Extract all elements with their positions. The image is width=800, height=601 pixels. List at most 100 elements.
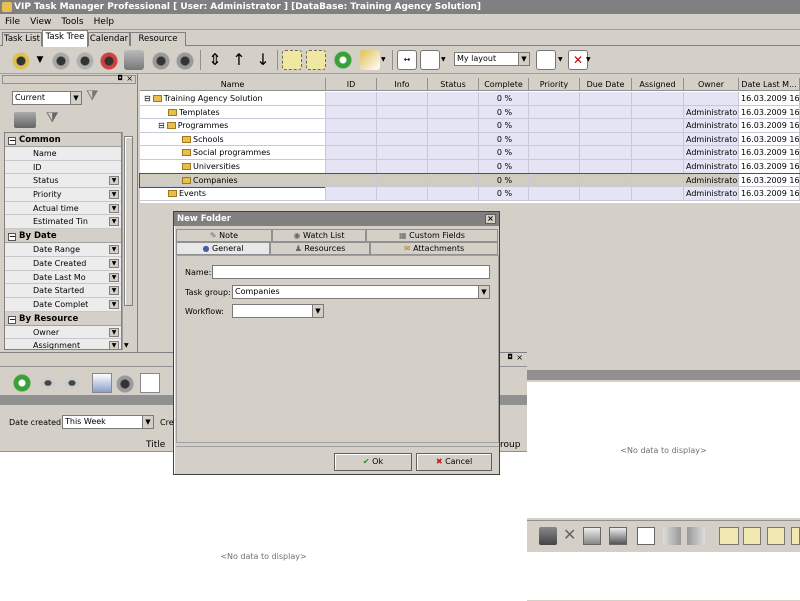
tab-watch-list[interactable]: ◉ Watch List: [272, 229, 366, 242]
move-updown-icon[interactable]: ⇕: [205, 50, 225, 70]
tab-note[interactable]: ✎ Note: [176, 229, 272, 242]
tab-general[interactable]: ● General: [176, 242, 270, 255]
filter-row-assignment[interactable]: Assignment ▼: [5, 339, 121, 349]
filter-row-date-last-modified[interactable]: Date Last Mo ▼: [5, 270, 121, 285]
filter-row-id[interactable]: ID: [5, 160, 121, 175]
task-row[interactable]: Schools 0 % Administrator 16.03.2009 16:: [140, 132, 800, 147]
col-header-owner[interactable]: Owner: [684, 78, 739, 91]
align-right-icon[interactable]: [767, 527, 785, 545]
col-header-complete[interactable]: Complete: [479, 78, 529, 91]
layout-select[interactable]: My layout ▼: [454, 52, 530, 66]
scrollbar-thumb[interactable]: [124, 136, 133, 306]
filter-row-priority[interactable]: Priority ▼: [5, 188, 121, 202]
collapse-all-icon[interactable]: [306, 50, 326, 70]
workflow-select[interactable]: ▼: [232, 304, 324, 318]
tab-calendar[interactable]: Calendar: [88, 32, 130, 46]
task-row[interactable]: Events 0 % Administrator 16.03.2009 16:: [140, 187, 800, 201]
tab-resource-list[interactable]: Resource List: [130, 32, 186, 56]
col-header-assigned[interactable]: Assigned: [632, 78, 684, 91]
task-group-select[interactable]: Companies ▼: [232, 285, 490, 299]
dropdown-icon[interactable]: ▼: [109, 299, 119, 309]
dropdown-icon[interactable]: ▼: [109, 190, 119, 200]
refresh-icon[interactable]: [333, 50, 353, 70]
filter-section-by-resource[interactable]: − By Resource: [5, 311, 121, 326]
filter-row-date-created[interactable]: Date Created ▼: [5, 256, 121, 271]
task-icon[interactable]: [116, 373, 136, 393]
col-header-group[interactable]: roup: [500, 440, 520, 450]
task-row[interactable]: ⊟ Programmes 0 % Administrator 16.03.2009 16…: [140, 119, 800, 133]
tree-collapse-icon[interactable]: ⊟: [144, 94, 151, 103]
print-dropdown-icon[interactable]: ▼: [381, 50, 389, 70]
dropdown-icon[interactable]: ▼: [109, 286, 119, 296]
col-header-id[interactable]: ID: [326, 78, 377, 91]
col-header-name[interactable]: Name: [140, 78, 326, 91]
new-task-icon[interactable]: [12, 50, 32, 70]
tab-custom-fields[interactable]: ▦ Custom Fields: [366, 229, 498, 242]
col-header-date-last-modified[interactable]: Date Last M...: [739, 78, 800, 91]
watch-icon[interactable]: [38, 375, 58, 391]
filter-row-date-range[interactable]: Date Range ▼: [5, 243, 121, 257]
tab-task-list[interactable]: Task List: [2, 32, 42, 46]
filter-row-status[interactable]: Status ▼: [5, 174, 121, 189]
save-layout-icon[interactable]: [536, 50, 556, 70]
task-row[interactable]: ⊟ Training Agency Solution 0 % 16.03.2009 1…: [140, 92, 800, 106]
pin-icon[interactable]: ◘: [507, 353, 513, 361]
task-row[interactable]: Social programmes 0 % Administrator 16.03.2…: [140, 146, 800, 160]
col-header-info[interactable]: Info: [377, 78, 428, 91]
task-row[interactable]: Templates 0 % Administrator 16.03.2009 16:: [140, 105, 800, 120]
menu-tools[interactable]: Tools: [56, 14, 88, 30]
col-header-status[interactable]: Status: [428, 78, 479, 91]
refresh-icon[interactable]: [12, 373, 32, 393]
unwatch-icon[interactable]: [62, 375, 82, 391]
sort-asc-icon[interactable]: [663, 527, 681, 545]
clear-filter-icon[interactable]: ⧩: [46, 110, 64, 128]
print-icon[interactable]: [583, 527, 601, 545]
filter-funnel-icon[interactable]: ⧩: [86, 88, 102, 106]
delete-task-icon[interactable]: [100, 50, 120, 70]
menu-view[interactable]: View: [25, 14, 56, 30]
name-input[interactable]: [212, 265, 490, 279]
tree-collapse-icon[interactable]: ⊟: [158, 121, 165, 130]
task-row[interactable]: Universities 0 % Administrator 16.03.2009 1…: [140, 160, 800, 174]
dialog-close-icon[interactable]: ×: [485, 214, 496, 224]
task-row[interactable]: Companies 0 % Administrator 16.03.2009 16:: [139, 172, 800, 189]
align-center-icon[interactable]: [743, 527, 761, 545]
dropdown-icon[interactable]: ▼: [109, 258, 119, 268]
filter-row-name[interactable]: Name: [5, 147, 121, 161]
dropdown-icon[interactable]: ▼: [109, 217, 119, 227]
col-header-title[interactable]: Title: [146, 440, 165, 450]
align-left-icon[interactable]: [719, 527, 739, 545]
close-panel-icon[interactable]: ×: [516, 353, 523, 362]
justify-icon[interactable]: [791, 527, 800, 545]
dropdown-icon[interactable]: ▼: [109, 272, 119, 282]
task-view-icon[interactable]: [152, 50, 172, 70]
filter-section-by-date[interactable]: − By Date: [5, 229, 121, 244]
delete-layout-icon[interactable]: ✕: [568, 50, 588, 70]
dropdown-icon[interactable]: ▼: [109, 176, 119, 186]
printer-icon[interactable]: [609, 527, 627, 545]
cancel-button[interactable]: ✖ Cancel: [416, 453, 492, 471]
filter-section-common[interactable]: − Common: [5, 133, 121, 147]
ok-button[interactable]: ✔ Ok: [334, 453, 412, 471]
columns-icon[interactable]: [637, 527, 655, 545]
edit-task-icon[interactable]: [76, 50, 96, 70]
filter-view-select[interactable]: Current ▼: [12, 91, 82, 105]
task-icon[interactable]: [52, 50, 72, 70]
dropdown-arrow-icon[interactable]: ▼: [34, 50, 46, 70]
menu-file[interactable]: File: [0, 14, 25, 30]
dropdown-icon[interactable]: ▼: [109, 245, 119, 255]
filter-row-estimated-time[interactable]: Estimated Tin ▼: [5, 215, 121, 230]
tab-attachments[interactable]: ✉ Attachments: [370, 242, 498, 255]
add-filter-icon[interactable]: [14, 112, 36, 128]
filter-row-date-started[interactable]: Date Started ▼: [5, 284, 121, 298]
task-properties-icon[interactable]: [176, 50, 196, 70]
close-panel-icon[interactable]: ×: [126, 74, 133, 83]
tab-resources[interactable]: ♟ Resources: [270, 242, 370, 255]
dropdown-icon[interactable]: ▼: [109, 327, 119, 337]
attach-icon[interactable]: [539, 527, 557, 545]
document-icon[interactable]: [140, 373, 160, 393]
layout-dropdown-icon[interactable]: ▼: [441, 50, 449, 70]
move-up-icon[interactable]: ↑: [229, 50, 249, 70]
filter-row-date-completed[interactable]: Date Complet ▼: [5, 297, 121, 312]
filter-row-owner[interactable]: Owner ▼: [5, 325, 121, 340]
